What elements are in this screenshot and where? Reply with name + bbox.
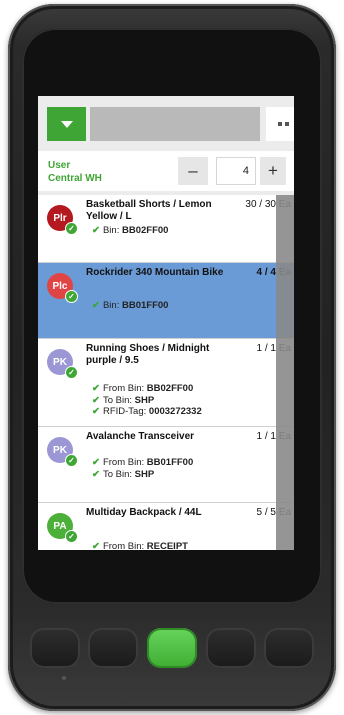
detail-value: 0003272332 <box>148 406 202 417</box>
detail-label: RFID-Tag: <box>102 406 149 417</box>
list-item[interactable]: Plc ✓ Rockrider 340 Mountain Bike 4 / 4 Ea ✔… <box>38 263 294 339</box>
quantity-input[interactable]: 4 <box>216 157 256 185</box>
scan-trigger-button[interactable] <box>147 628 197 668</box>
detail-line: ✔ To Bin: SHP <box>92 469 193 481</box>
check-icon: ✔ <box>92 406 100 417</box>
check-icon: ✔ <box>92 225 100 236</box>
user-bar: User Central WH – 4 + <box>38 151 294 191</box>
item-details: ✔ From Bin: BB02FF00 ✔ To Bin: SHP ✔ RFID-Tag… <box>92 383 202 418</box>
detail-label: Bin: <box>102 225 122 236</box>
list-item[interactable]: Plr ✓ Basketball Shorts / Lemon Yellow / L… <box>38 195 294 263</box>
increment-button[interactable]: + <box>260 157 286 185</box>
detail-label: To Bin: <box>102 468 135 480</box>
item-title: Avalanche Transceiver <box>86 431 195 442</box>
detail-line: ✔ Bin: BB01FF00 <box>92 300 168 312</box>
detail-label: Bin: <box>102 300 122 311</box>
avatar: PA ✓ <box>47 513 78 543</box>
detail-line: ✔ From Bin: BB02FF00 <box>92 383 202 395</box>
item-title: Multiday Backpack / 44L <box>86 507 202 518</box>
checkmark-badge-icon: ✓ <box>65 530 78 543</box>
detail-line: ✔ From Bin: RECEIPT <box>92 541 188 550</box>
avatar-initials: Plc <box>52 280 68 292</box>
hardware-key-right-outer[interactable] <box>264 628 314 668</box>
checkmark-badge-icon: ✓ <box>65 290 78 303</box>
list-item[interactable]: PK ✓ Running Shoes / Midnight purple / 9.5… <box>38 339 294 427</box>
avatar-initials: Plr <box>53 212 67 224</box>
decrement-button[interactable]: – <box>178 157 208 185</box>
grid-view-icon <box>277 122 282 126</box>
grid-view-button[interactable] <box>266 107 294 141</box>
item-details: ✔From Bin: RECEIPT✔To Bin: BB01FF00 <box>92 541 188 550</box>
avatar: Plr ✓ <box>47 205 78 235</box>
detail-label: From Bin: <box>102 383 147 394</box>
check-icon: ✔ <box>92 300 100 311</box>
user-info: User Central WH <box>48 159 102 185</box>
list-item[interactable]: PA ✓ Multiday Backpack / 44L 5 / 5 Ea ✔ From … <box>38 503 294 550</box>
scrollbar-track[interactable] <box>276 195 294 550</box>
avatar: PK ✓ <box>47 437 78 467</box>
list-item[interactable]: PK ✓ Avalanche Transceiver 1 / 1 Ea ✔ From Bi… <box>38 427 294 503</box>
item-title: Basketball Shorts / Lemon Yellow / L <box>86 199 212 222</box>
detail-value: SHP <box>134 468 155 480</box>
hardware-keys <box>30 620 314 680</box>
check-icon: ✔ <box>92 457 100 468</box>
user-label: User <box>48 160 71 171</box>
detail-value: BB02FF00 <box>146 383 194 394</box>
avatar: Plc ✓ <box>47 273 78 303</box>
detail-line: ✔ From Bin: BB01FF00 <box>92 457 193 469</box>
check-icon: ✔ <box>92 383 100 394</box>
check-icon: ✔ <box>92 394 100 406</box>
hardware-key-left-outer[interactable] <box>30 628 80 668</box>
check-icon: ✔ <box>92 468 100 480</box>
detail-label: To Bin: <box>102 394 135 406</box>
title-field[interactable] <box>90 107 260 141</box>
detail-value: BB02FF00 <box>121 225 169 236</box>
grid-view-icon <box>284 122 289 126</box>
checkmark-badge-icon: ✓ <box>65 366 78 379</box>
app-toolbar <box>38 96 294 148</box>
warehouse-label: Central WH <box>48 173 102 184</box>
check-icon: ✔ <box>92 541 100 550</box>
detail-line: ✔ To Bin: SHP <box>92 395 202 407</box>
avatar-initials: PK <box>53 444 67 456</box>
item-details: ✔ Bin: BB02FF00 <box>92 225 168 237</box>
detail-line: ✔ RFID-Tag: 0003272332 <box>92 406 202 418</box>
item-title: Rockrider 340 Mountain Bike <box>86 267 224 278</box>
avatar: PK ✓ <box>47 349 78 379</box>
checkmark-badge-icon: ✓ <box>65 222 78 235</box>
item-details: ✔ Bin: BB01FF00 <box>92 300 168 312</box>
pick-list[interactable]: Plr ✓ Basketball Shorts / Lemon Yellow / L… <box>38 195 294 550</box>
app-screen: User Central WH – 4 + Plr ✓ Basketball Sho… <box>38 96 294 550</box>
detail-line: ✔ Bin: BB02FF00 <box>92 225 168 237</box>
microphone-icon <box>62 676 66 680</box>
detail-label: From Bin: <box>102 457 147 468</box>
avatar-initials: PA <box>53 520 67 532</box>
avatar-initials: PK <box>53 356 67 368</box>
item-details: ✔ From Bin: BB01FF00 ✔ To Bin: SHP <box>92 457 193 480</box>
detail-value: SHP <box>134 394 155 406</box>
item-title: Running Shoes / Midnight purple / 9.5 <box>86 343 210 366</box>
detail-value: RECEIPT <box>146 541 188 550</box>
hardware-key-left-inner[interactable] <box>88 628 138 668</box>
detail-value: BB01FF00 <box>146 457 194 468</box>
checkmark-badge-icon: ✓ <box>65 454 78 467</box>
menu-button[interactable] <box>47 107 86 141</box>
detail-label: From Bin: <box>102 541 147 550</box>
hardware-key-right-inner[interactable] <box>206 628 256 668</box>
detail-value: BB01FF00 <box>121 300 169 311</box>
dropdown-triangle-icon <box>60 120 73 128</box>
